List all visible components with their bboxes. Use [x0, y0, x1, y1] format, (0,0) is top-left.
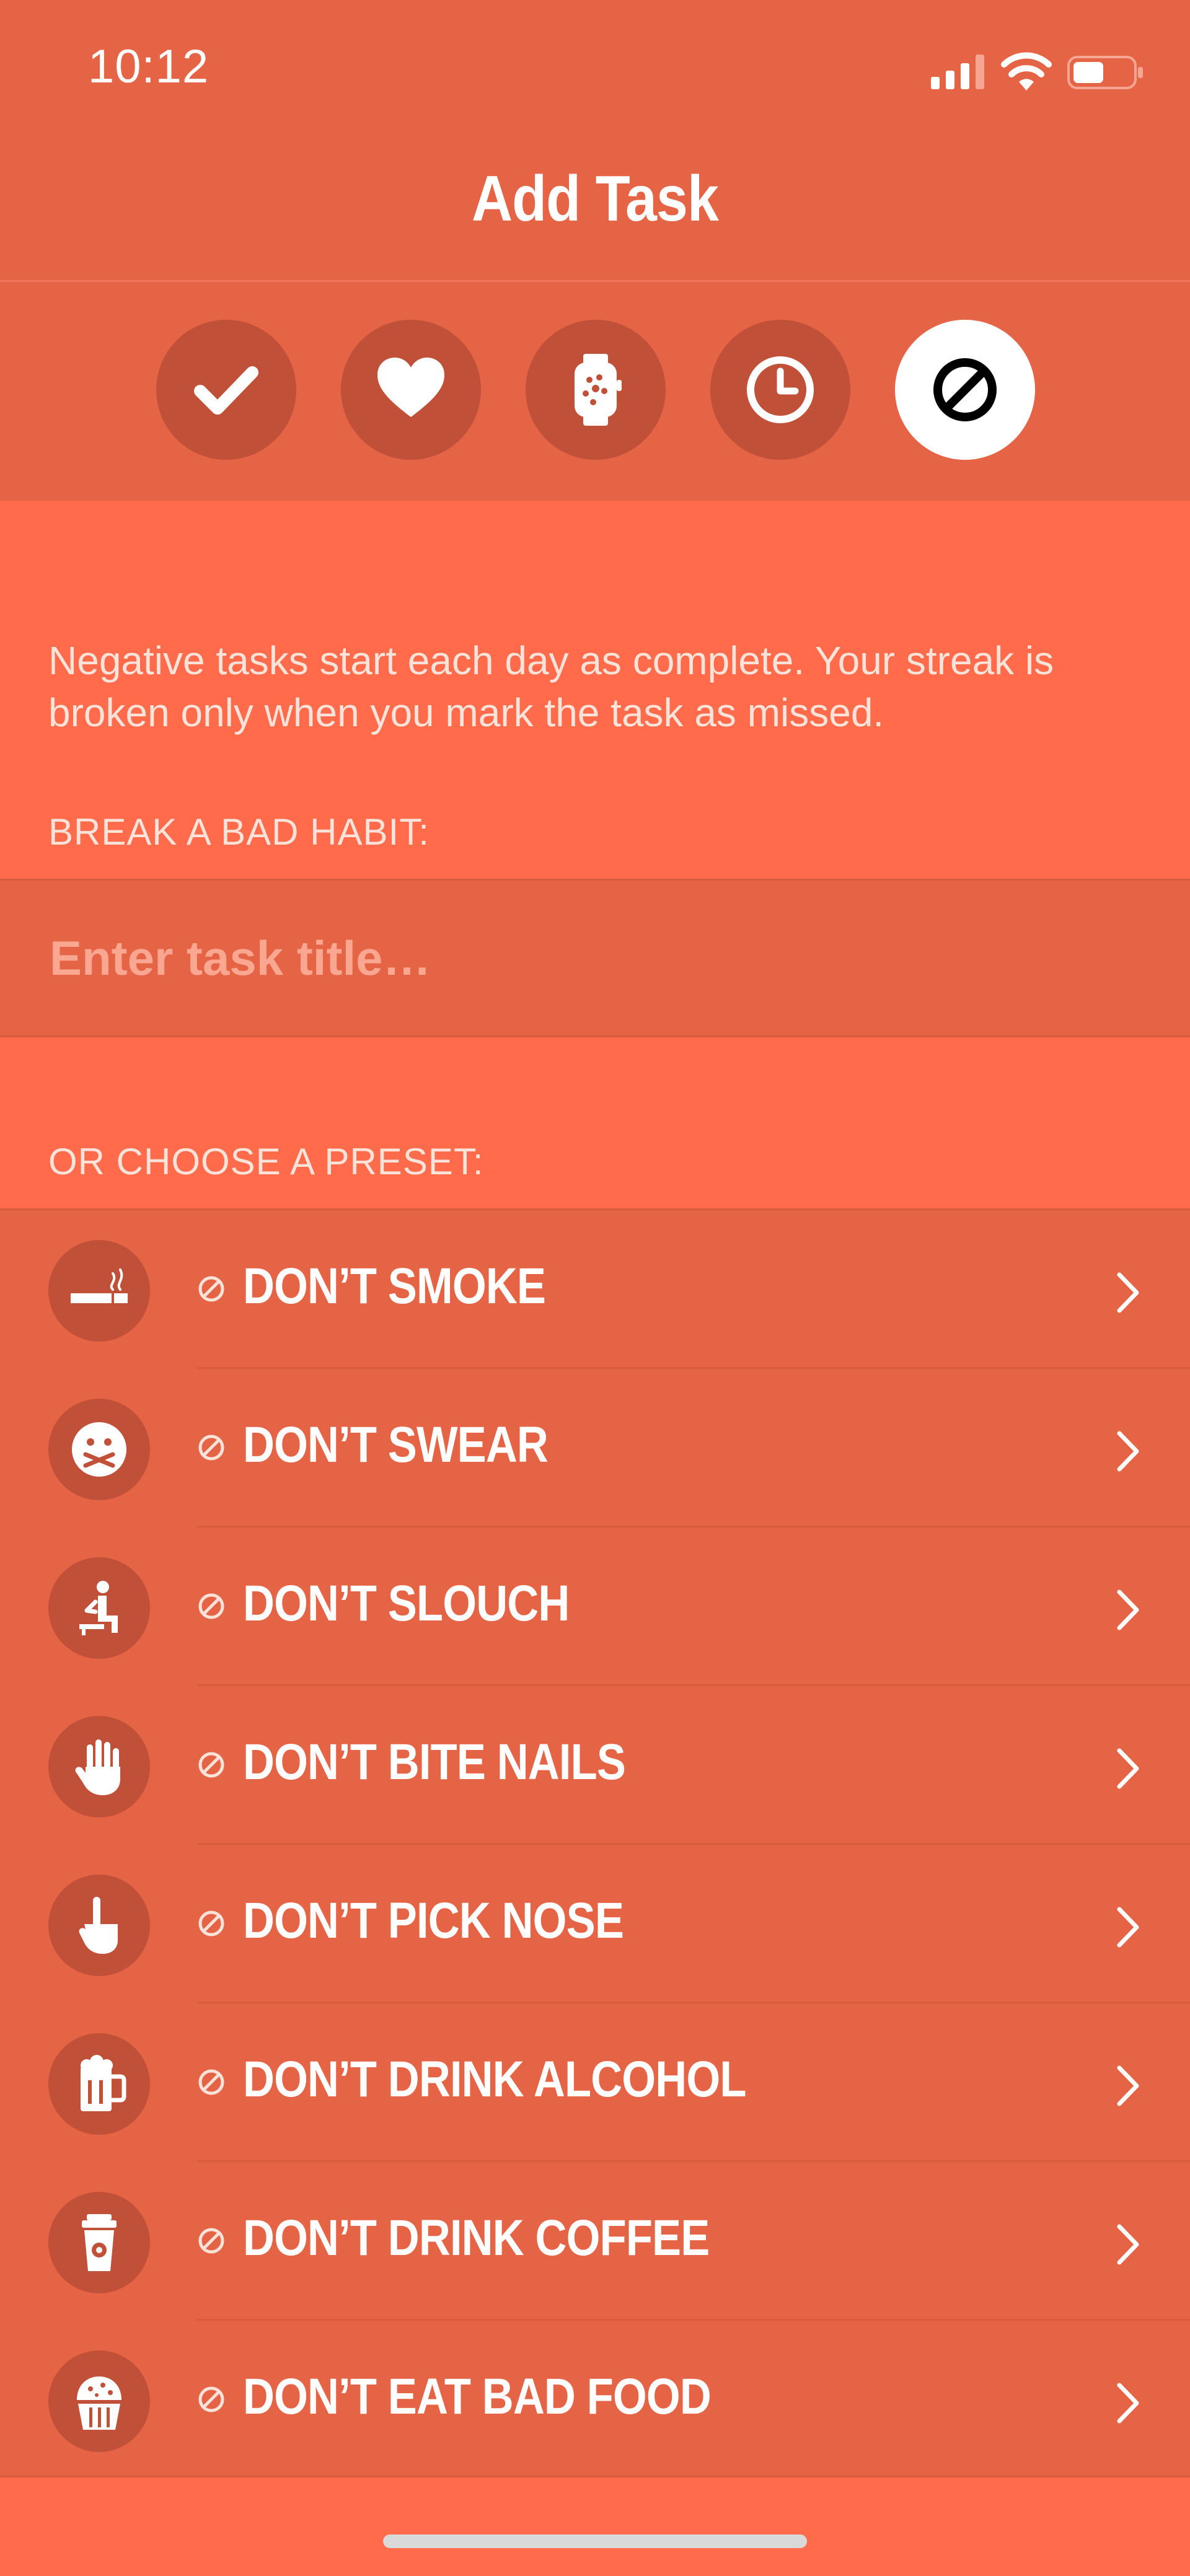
ban-icon	[198, 2069, 224, 2095]
chevron-right-icon	[1117, 1589, 1139, 1630]
chevron-right-icon	[1117, 2224, 1139, 2265]
preset-icon-circle	[48, 2192, 150, 2293]
chevron-right-icon	[1117, 1907, 1139, 1948]
break-habit-label: BREAK A BAD HABIT:	[48, 811, 430, 853]
task-type-clock-button[interactable]	[710, 320, 850, 460]
wifi-icon	[1001, 52, 1052, 90]
preset-label: DON’T BITE NAILS	[243, 1734, 626, 1790]
censored-face-icon	[72, 1422, 126, 1477]
task-title-row	[0, 879, 1190, 1037]
preset-icon-circle	[48, 2350, 150, 2452]
cupcake-icon	[77, 2376, 121, 2430]
heart-icon	[377, 358, 444, 417]
preset-item-dont-smoke[interactable]: DON’T SMOKE	[0, 1210, 1190, 1369]
preset-icon-circle	[48, 1875, 150, 1976]
preset-icon-circle	[48, 1716, 150, 1818]
preset-icon-circle	[48, 1240, 150, 1342]
battery-icon	[1067, 56, 1143, 89]
preset-item-dont-drink-coffee[interactable]: DON’T DRINK COFFEE	[0, 2162, 1190, 2321]
ban-icon	[198, 1276, 224, 1302]
task-type-heart-button[interactable]	[341, 320, 481, 460]
ban-icon	[198, 2228, 224, 2254]
preset-item-dont-slouch[interactable]: DON’T SLOUCH	[0, 1528, 1190, 1686]
preset-icon-circle	[48, 1557, 150, 1659]
task-type-negative-button[interactable]	[895, 320, 1035, 460]
preset-icon-circle	[48, 1399, 150, 1500]
ban-icon	[933, 358, 997, 421]
task-type-selector	[0, 320, 1190, 460]
ban-icon	[198, 1435, 224, 1461]
preset-label: DON’T SWEAR	[243, 1417, 549, 1473]
preset-section-label: OR CHOOSE A PRESET:	[48, 1141, 484, 1182]
preset-item-dont-swear[interactable]: DON’T SWEAR	[0, 1369, 1190, 1528]
task-type-watch-button[interactable]	[526, 320, 666, 460]
beer-mug-icon	[81, 2055, 126, 2111]
ban-icon	[198, 1910, 224, 1936]
chevron-right-icon	[1117, 2065, 1139, 2106]
ban-icon	[198, 1752, 224, 1778]
preset-label: DON’T DRINK ALCOHOL	[243, 2051, 746, 2108]
ban-icon	[198, 1593, 224, 1619]
preset-item-dont-drink-alcohol[interactable]: DON’T DRINK ALCOHOL	[0, 2003, 1190, 2162]
status-time: 10:12	[88, 40, 209, 93]
chevron-right-icon	[1117, 1431, 1139, 1472]
preset-label: DON’T DRINK COFFEE	[243, 2210, 710, 2266]
preset-list: DON’T SMOKE DON’T SWEAR DON’T SLOUCH DON…	[0, 1208, 1190, 2477]
task-title-input[interactable]	[50, 918, 1140, 998]
pointing-hand-icon	[79, 1897, 118, 1954]
cigarette-icon	[71, 1268, 128, 1303]
chevron-right-icon	[1117, 1272, 1139, 1313]
preset-item-dont-bite-nails[interactable]: DON’T BITE NAILS	[0, 1686, 1190, 1845]
header: 10:12 Add Task	[0, 0, 1190, 501]
preset-item-dont-pick-nose[interactable]: DON’T PICK NOSE	[0, 1845, 1190, 2003]
cellular-signal-icon	[931, 55, 984, 89]
chevron-right-icon	[1117, 2383, 1139, 2424]
clock-icon	[747, 356, 814, 423]
coffee-cup-icon	[82, 2214, 117, 2271]
page-title: Add Task	[471, 163, 719, 235]
chevron-right-icon	[1117, 1748, 1139, 1789]
home-indicator[interactable]	[383, 2534, 807, 2548]
preset-label: DON’T SLOUCH	[243, 1575, 570, 1632]
task-type-checkmark-button[interactable]	[156, 320, 296, 460]
checkmark-icon	[194, 366, 258, 415]
preset-label: DON’T SMOKE	[243, 1258, 546, 1314]
header-divider	[0, 280, 1190, 282]
preset-label: DON’T PICK NOSE	[243, 1892, 624, 1949]
raised-hand-icon	[75, 1739, 120, 1795]
preset-icon-circle	[48, 2033, 150, 2135]
preset-item-dont-eat-bad-food[interactable]: DON’T EAT BAD FOOD	[0, 2321, 1190, 2479]
negative-task-description: Negative tasks start each day as complet…	[48, 638, 1054, 735]
preset-label: DON’T EAT BAD FOOD	[243, 2368, 712, 2425]
status-bar: 10:12	[0, 0, 1190, 144]
ban-icon	[198, 2386, 224, 2412]
sitting-person-icon	[79, 1581, 118, 1635]
watch-icon	[575, 354, 622, 426]
